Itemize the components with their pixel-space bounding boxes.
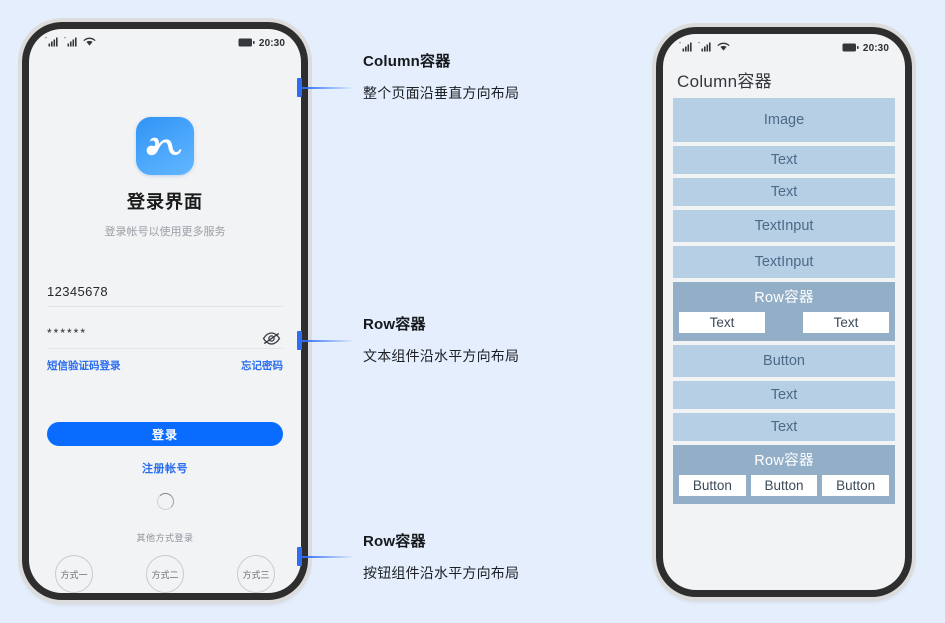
skeleton-row-container-2: Row容器 Button Button Button [673,445,895,504]
connector-line [302,555,354,558]
status-bar-left: " " 20:30 [29,29,301,53]
status-bar-right: " " 20:30 [663,34,905,58]
skeleton-row-container-1: Row容器 Text Text [673,282,895,341]
page-title: 登录界面 [127,192,203,212]
annotation-2: Row容器 文本组件沿水平方向布局 [363,313,519,366]
account-input[interactable]: 12345678 [47,276,283,307]
skeleton-block-text-3: Text [673,381,895,409]
svg-text:": " [698,42,700,48]
skeleton-block-text-2: Text [673,178,895,206]
annotation-description: 文本组件沿水平方向布局 [363,348,520,364]
skeleton-row-item-button-2: Button [750,475,818,496]
signal-icon: " [45,34,60,52]
skeleton-block-button: Button [673,345,895,377]
other-login-option-3[interactable]: 方式三 [237,555,275,593]
skeleton-block-text-1: Text [673,146,895,174]
skeleton-row-label: Row容器 [754,453,814,469]
annotation-connector-2 [297,331,354,350]
app-logo-wrap [47,117,283,175]
forgot-password-link[interactable]: 忘记密码 [241,358,283,373]
skeleton-row-item-button-3: Button [822,475,890,496]
annotation-1: Column容器 整个页面沿垂直方向布局 [363,50,519,103]
status-bar-time: 20:30 [862,42,889,54]
signal-icon: " [698,39,713,57]
other-login-label: 其他方式登录 [136,533,194,543]
skeleton-row-items: Button Button Button [679,475,890,496]
skeleton-column-title: Column容器 [677,72,772,91]
skeleton-row-label: Row容器 [754,290,814,306]
other-login-option-1[interactable]: 方式一 [55,555,93,593]
right-phone-frame: " " 20:30 Column容器 Image Text Text TextI… [656,27,912,597]
svg-text:": " [45,37,47,43]
password-input[interactable]: ****** [47,318,283,349]
battery-icon [842,39,859,57]
wifi-icon [83,34,96,52]
svg-text:": " [679,42,681,48]
annotation-description: 按钮组件沿水平方向布局 [363,565,520,581]
right-phone-screen: " " 20:30 Column容器 Image Text Text TextI… [663,34,905,590]
annotation-title: Row容器 [363,533,426,550]
loading-spinner-icon [156,493,174,510]
skeleton-block-textinput-1: TextInput [673,210,895,242]
status-bar-left-icons: " " [679,39,730,57]
skeleton-block-text-4: Text [673,413,895,441]
login-content: 登录界面 登录帐号以使用更多服务 12345678 ****** 短信验证码登录… [29,53,301,593]
register-link[interactable]: 注册帐号 [47,460,283,476]
other-login-option-2[interactable]: 方式二 [146,555,184,593]
sms-login-link[interactable]: 短信验证码登录 [47,358,121,373]
status-bar-left-icons: " " [45,34,96,52]
annotation-title: Row容器 [363,316,426,333]
battery-icon [238,34,255,52]
other-login-row: 方式一 方式二 方式三 [47,555,283,593]
status-bar-time: 20:30 [258,37,285,49]
skeleton-content: Column容器 Image Text Text TextInput TextI… [663,58,905,590]
loading-spinner-wrap [47,493,283,510]
skeleton-row-item-text-2: Text [803,312,889,333]
account-input-value: 12345678 [47,283,109,299]
page-subtitle: 登录帐号以使用更多服务 [104,226,226,238]
annotation-3: Row容器 按钮组件沿水平方向布局 [363,530,519,583]
connector-line [302,339,354,342]
wifi-icon [717,39,730,57]
eye-off-icon[interactable] [261,328,281,348]
password-input-value: ****** [47,326,88,340]
annotation-connector-1 [297,78,354,97]
annotation-title: Column容器 [363,53,451,70]
secondary-links-row: 短信验证码登录 忘记密码 [47,358,283,373]
login-button[interactable]: 登录 [47,422,283,446]
status-bar-right-icons: 20:30 [238,34,285,52]
signal-icon: " [679,39,694,57]
skeleton-block-image: Image [673,98,895,142]
skeleton-row-item-button-1: Button [679,475,746,496]
skeleton-row-item-text-1: Text [679,312,765,333]
signal-icon: " [64,34,79,52]
app-logo-icon [136,117,194,175]
status-bar-right-icons: 20:30 [842,39,889,57]
skeleton-row-items: Text Text [679,312,889,333]
connector-line [302,86,354,89]
left-phone-screen: " " 20:30 登录界面 登录帐号以使用更多服务 12345678 ****… [29,29,301,593]
svg-text:": " [64,37,66,43]
left-phone-frame: " " 20:30 登录界面 登录帐号以使用更多服务 12345678 ****… [22,22,308,600]
annotation-description: 整个页面沿垂直方向布局 [363,85,520,101]
skeleton-block-textinput-2: TextInput [673,246,895,278]
annotation-connector-3 [297,547,354,566]
